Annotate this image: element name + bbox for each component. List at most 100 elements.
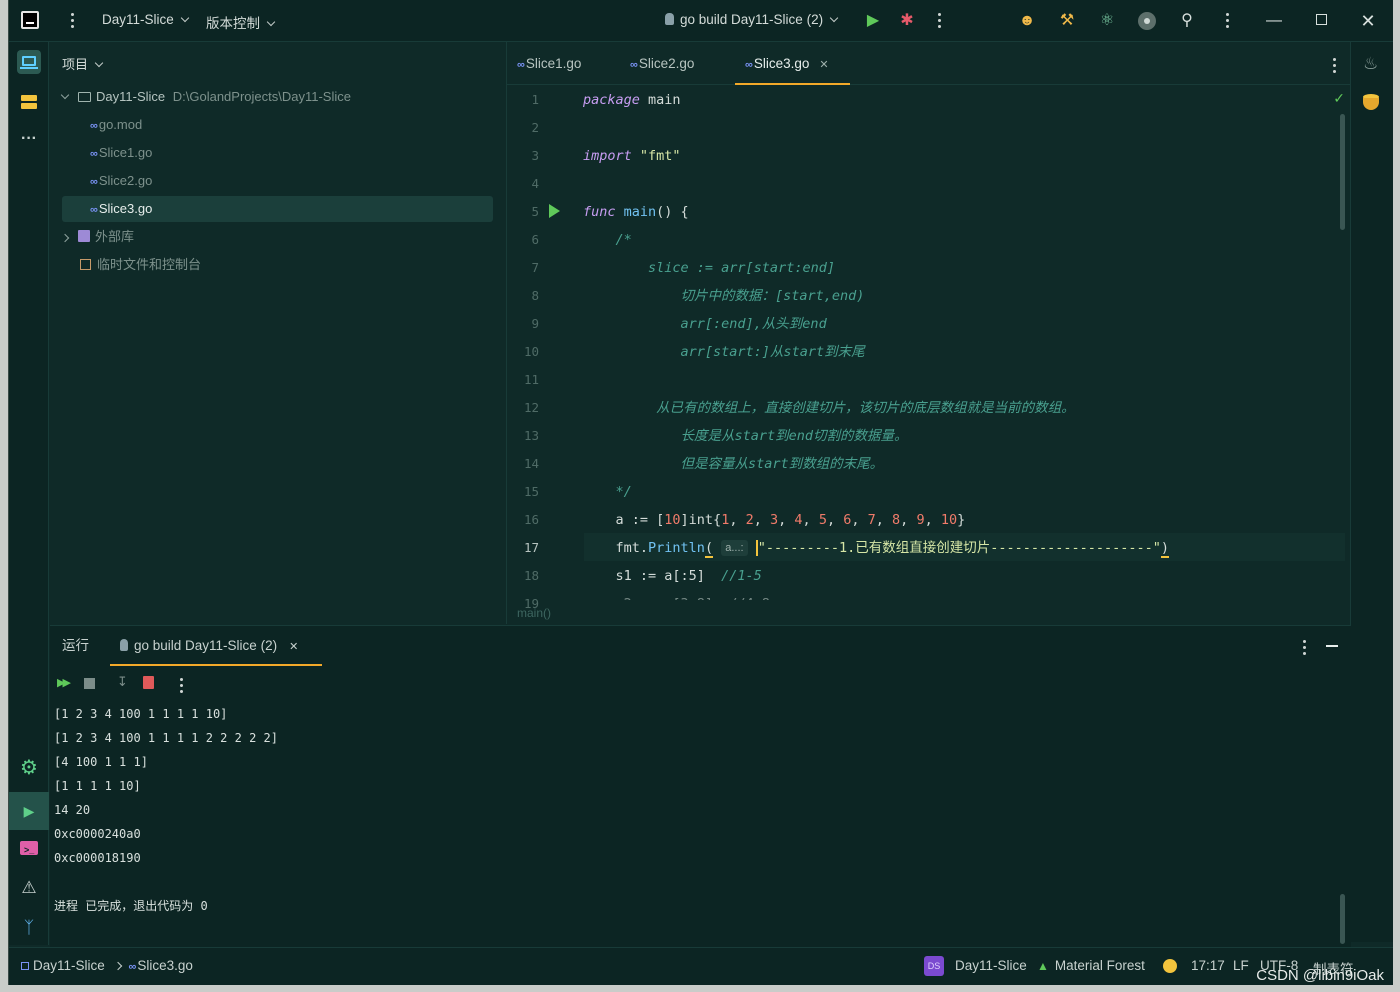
console-line: 0xc0000240a0 (54, 827, 141, 841)
console-line: 14 20 (54, 803, 91, 817)
database-icon[interactable] (1363, 94, 1379, 112)
rerun-icon[interactable]: ▶▶ (57, 676, 71, 689)
close-window-icon[interactable]: ✕ (1358, 11, 1378, 31)
console-scrollbar[interactable] (1340, 894, 1345, 944)
parameter-hint: a...: (721, 540, 748, 556)
code-breadcrumb[interactable]: main() (517, 606, 551, 620)
status-line-separator[interactable]: LF (1233, 958, 1249, 973)
tree-file-slice2[interactable]: ∞ Slice2.go (62, 168, 501, 194)
clear-output-icon[interactable] (143, 676, 154, 689)
tree-scratches[interactable]: 临时文件和控制台 (62, 252, 501, 278)
root-folder-path: D:\GolandProjects\Day11-Slice (172, 89, 351, 104)
expand-chevron-icon[interactable] (60, 90, 70, 100)
main-menu-icon[interactable] (71, 13, 75, 31)
console-line: 进程 已完成，退出代码为 0 (54, 899, 208, 913)
scratches-icon (80, 259, 91, 270)
tree-root[interactable]: Day11-Slice D:\GolandProjects\Day11-Slic… (60, 84, 501, 110)
console-line: [1 1 1 1 10] (54, 779, 141, 793)
goland-logo-icon[interactable] (21, 11, 39, 29)
collapse-chevron-icon[interactable] (60, 233, 70, 243)
build-tools-icon[interactable]: ⚒ (1057, 11, 1077, 31)
problems-icon[interactable]: ⚠ (17, 876, 41, 900)
scroll-to-end-icon[interactable]: ↧ (117, 674, 128, 690)
code-with-me-icon[interactable]: ☻ (1017, 11, 1037, 31)
status-position[interactable]: 17:17 (1191, 958, 1225, 973)
run-tool-icon[interactable]: ▶ (9, 792, 49, 830)
line-gutter: 1 2 3 4 5 6 7 8 9 10 11 12 13 14 15 16 1… (507, 86, 567, 611)
go-file-icon: ∞ (517, 59, 525, 71)
run-panel-menu-icon[interactable] (1303, 640, 1307, 658)
more-tools-icon[interactable]: ··· (17, 130, 41, 154)
run-tab[interactable]: go build Day11-Slice (2) ✕ (110, 626, 322, 666)
code-content[interactable]: package main import "fmt" func main() { … (583, 86, 1331, 600)
run-config-selector[interactable]: go build Day11-Slice (2) (665, 12, 839, 27)
run-panel: 运行 go build Day11-Slice (2) ✕ ▶▶ ↧ [1 2 3… (50, 625, 1351, 947)
tree-file-gomod[interactable]: ∞ go.mod (62, 112, 501, 138)
ai-assistant-icon[interactable]: ⚛ (1097, 11, 1117, 31)
close-run-tab-icon[interactable]: ✕ (289, 641, 298, 653)
ide-window: Day11-Slice 版本控制 go build Day11-Slice (2… (8, 0, 1393, 985)
right-tool-strip: ♨ (1350, 42, 1393, 942)
git-icon[interactable]: ᛉ (17, 916, 41, 940)
tab-slice2[interactable]: ∞ Slice2.go (630, 42, 694, 85)
more-actions-icon[interactable] (938, 13, 942, 31)
project-tool-icon[interactable] (17, 50, 41, 74)
stop-icon[interactable] (84, 678, 95, 689)
console-line: [4 100 1 1 1] (54, 755, 148, 769)
tree-external-libs[interactable]: 外部库 (60, 224, 501, 250)
library-icon (78, 230, 90, 242)
chevron-right-icon (113, 961, 122, 971)
go-file-icon: ∞ (745, 59, 753, 71)
ai-status-icon[interactable] (1163, 959, 1177, 973)
status-breadcrumb[interactable]: Day11-Slice ∞ Slice3.go (21, 958, 193, 973)
minimize-icon[interactable]: — (1264, 11, 1284, 31)
tree-file-slice1[interactable]: ∞ Slice1.go (62, 140, 501, 166)
tab-slice3[interactable]: ∞ Slice3.go ✕ (735, 42, 850, 85)
editor-tabs-menu-icon[interactable] (1333, 58, 1337, 76)
vcs-menu[interactable]: 版本控制 (206, 12, 276, 32)
left-tool-strip: ··· ⚙ ▶ >_ ⚠ ᛉ (9, 42, 49, 945)
module-icon (21, 962, 29, 970)
go-file-icon: ∞ (90, 176, 98, 188)
search-icon[interactable]: ⚲ (1177, 11, 1197, 31)
console-line: [1 2 3 4 100 1 1 1 1 10] (54, 707, 228, 721)
no-problems-check-icon[interactable]: ✓ (1333, 90, 1345, 107)
go-file-icon: ∞ (128, 961, 137, 973)
notifications-bell-icon[interactable]: ♨ (1363, 54, 1378, 74)
settings-menu-icon[interactable] (1226, 13, 1230, 31)
hide-panel-icon[interactable] (1326, 645, 1338, 647)
console-output[interactable]: [1 2 3 4 100 1 1 1 1 10] [1 2 3 4 100 1 … (54, 702, 1339, 947)
root-folder-name: Day11-Slice (96, 89, 166, 104)
tab-slice1[interactable]: ∞ Slice1.go (517, 42, 581, 85)
tree-file-slice3[interactable]: ∞ Slice3.go (62, 196, 493, 222)
record-icon[interactable] (1137, 11, 1157, 31)
structure-tool-icon[interactable] (17, 90, 41, 114)
title-bar: Day11-Slice 版本控制 go build Day11-Slice (2… (9, 0, 1393, 42)
project-switcher[interactable]: Day11-Slice (102, 12, 190, 27)
run-toolbar-more-icon[interactable] (180, 678, 184, 696)
terminal-icon[interactable]: >_ (17, 836, 41, 860)
editor-scrollbar[interactable] (1340, 114, 1345, 230)
console-line: [1 2 3 4 100 1 1 1 1 2 2 2 2 2] (54, 731, 278, 745)
debug-icon[interactable]: ✱ (897, 11, 917, 31)
close-tab-icon[interactable]: ✕ (819, 59, 828, 71)
run-icon[interactable]: ▶ (863, 11, 883, 31)
gopher-icon (120, 639, 128, 651)
editor-tabs: ∞ Slice1.go ∞ Slice2.go ∞ Slice3.go ✕ (507, 42, 1351, 85)
gutter-run-icon[interactable] (549, 204, 560, 218)
project-panel: 项目 Day11-Slice D:\GolandProjects\Day11-S… (50, 42, 505, 624)
watermark: CSDN @libin9iOak (1256, 967, 1384, 984)
status-bar: Day11-Slice ∞ Slice3.go DS Day11-Slice ▲ M… (9, 947, 1393, 985)
status-project[interactable]: Day11-Slice (955, 958, 1027, 973)
project-badge-icon: DS (924, 956, 944, 976)
status-theme[interactable]: ▲ Material Forest (1037, 958, 1145, 973)
project-panel-header[interactable]: 项目 (62, 54, 104, 73)
code-editor: ∞ Slice1.go ∞ Slice2.go ∞ Slice3.go ✕ 1 2 3 … (506, 42, 1351, 624)
forest-icon: ▲ (1037, 959, 1049, 973)
services-gear-icon[interactable]: ⚙ (17, 756, 41, 780)
run-tabs: 运行 go build Day11-Slice (2) ✕ (50, 626, 1351, 666)
go-file-icon: ∞ (90, 148, 98, 160)
run-toolbar: ▶▶ ↧ (50, 668, 1351, 700)
folder-icon (78, 92, 91, 102)
maximize-icon[interactable] (1311, 11, 1331, 31)
